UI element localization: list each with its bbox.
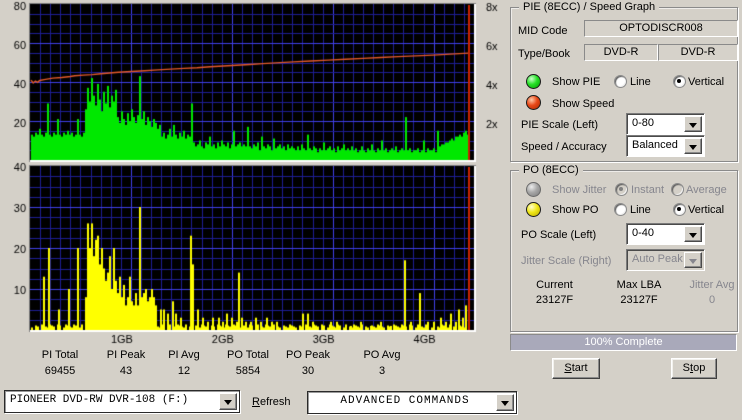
- stat-value: 43: [119, 365, 133, 377]
- stat-label: PI Avg: [168, 349, 200, 361]
- jitter-scale-label: Jitter Scale (Right): [521, 255, 612, 267]
- jitter-avg-value: 0: [708, 294, 716, 306]
- book-type-field: DVD-R: [658, 44, 738, 61]
- speed-accuracy-dropdown-arrow[interactable]: [684, 138, 702, 154]
- current-lba-value: 23127F: [535, 294, 574, 306]
- show-jitter-label: Show Jitter: [552, 184, 607, 196]
- disc-type-field: DVD-R: [584, 44, 658, 61]
- drive-select-dropdown-arrow[interactable]: [219, 393, 237, 410]
- jitter-avg-label: Jitter Avg: [689, 279, 735, 291]
- start-button[interactable]: Start: [552, 358, 600, 379]
- po-line-label: Line: [630, 204, 651, 216]
- advanced-commands-combobox[interactable]: ADVANCED COMMANDS: [307, 391, 517, 414]
- disc-quality-scanner-window: PI Total 69455 PI Peak 43 PI Avg 12 PO T…: [0, 0, 742, 420]
- pie-scale-label: PIE Scale (Left): [521, 119, 599, 131]
- drive-select-combobox[interactable]: PIONEER DVD-RW DVR-108 (F:): [4, 390, 240, 413]
- show-po-label: Show PO: [552, 204, 599, 216]
- stat-pi-total: PI Total 69455: [25, 349, 95, 377]
- stat-label: PI Peak: [106, 349, 146, 361]
- show-pie-label: Show PIE: [552, 76, 601, 88]
- po-scale-label: PO Scale (Left): [521, 229, 597, 241]
- stop-button[interactable]: Stop: [671, 358, 717, 379]
- pie-scale-value: 0-80: [632, 117, 655, 129]
- stat-label: PO Avg: [363, 349, 401, 361]
- stat-label: PO Total: [227, 349, 269, 361]
- stat-value: 5854: [235, 365, 261, 377]
- drive-select-value: PIONEER DVD-RW DVR-108 (F:): [10, 394, 189, 406]
- pie-vertical-label: Vertical: [688, 76, 725, 88]
- pie-groupbox-title: PIE (8ECC) / Speed Graph: [519, 1, 660, 13]
- progress-bar: 100% Complete: [510, 334, 737, 351]
- jitter-instant-label: Instant: [631, 184, 665, 196]
- pie-vertical-radio[interactable]: [673, 75, 686, 88]
- mid-code-field: OPTODISCR008: [584, 20, 738, 37]
- show-po-led-button[interactable]: [526, 202, 541, 217]
- speed-accuracy-label: Speed / Accuracy: [521, 141, 607, 153]
- stat-pi-avg: PI Avg 12: [154, 349, 214, 377]
- stat-value: 30: [301, 365, 315, 377]
- jitter-average-label: Average: [686, 184, 727, 196]
- po-line-radio[interactable]: [614, 203, 627, 216]
- pie-scale-combobox[interactable]: 0-80: [626, 113, 705, 135]
- pie-po-speed-graphs: [0, 0, 505, 348]
- jitter-average-radio: [671, 183, 684, 196]
- po-groupbox-title: PO (8ECC): [519, 164, 583, 176]
- stat-label: PI Total: [41, 349, 79, 361]
- jitter-scale-dropdown-arrow: [684, 252, 702, 268]
- stat-value: 12: [177, 365, 191, 377]
- po-scale-dropdown-arrow[interactable]: [684, 226, 702, 242]
- max-lba-label: Max LBA: [616, 279, 662, 291]
- po-vertical-radio[interactable]: [673, 203, 686, 216]
- stat-po-avg: PO Avg 3: [352, 349, 412, 377]
- show-speed-led-button[interactable]: [526, 95, 541, 110]
- jitter-scale-combobox: Auto Peak: [626, 249, 705, 271]
- jitter-instant-radio: [615, 183, 628, 196]
- show-jitter-led-button: [526, 182, 541, 197]
- advanced-commands-value: ADVANCED COMMANDS: [340, 395, 470, 407]
- show-speed-label: Show Speed: [552, 98, 615, 110]
- stat-po-total: PO Total 5854: [217, 349, 279, 377]
- stat-pi-peak: PI Peak 43: [96, 349, 156, 377]
- type-book-label: Type/Book: [518, 48, 570, 60]
- pie-line-radio[interactable]: [614, 75, 627, 88]
- stat-po-peak: PO Peak 30: [278, 349, 338, 377]
- speed-accuracy-combobox[interactable]: Balanced: [626, 135, 705, 157]
- stat-value: 3: [378, 365, 386, 377]
- pie-scale-dropdown-arrow[interactable]: [684, 116, 702, 132]
- stat-value: 69455: [44, 365, 76, 377]
- po-scale-value: 0-40: [632, 227, 655, 239]
- show-pie-led-button[interactable]: [526, 74, 541, 89]
- speed-accuracy-value: Balanced: [632, 139, 678, 151]
- mid-code-label: MID Code: [518, 25, 568, 37]
- current-lba-label: Current: [536, 279, 573, 291]
- po-vertical-label: Vertical: [688, 204, 725, 216]
- advanced-commands-dropdown-arrow[interactable]: [496, 394, 514, 411]
- stat-label: PO Peak: [285, 349, 331, 361]
- max-lba-value: 23127F: [620, 294, 658, 306]
- pie-line-label: Line: [630, 76, 651, 88]
- po-scale-combobox[interactable]: 0-40: [626, 223, 705, 245]
- refresh-link[interactable]: Refresh: [252, 396, 291, 408]
- jitter-scale-value: Auto Peak: [632, 253, 683, 265]
